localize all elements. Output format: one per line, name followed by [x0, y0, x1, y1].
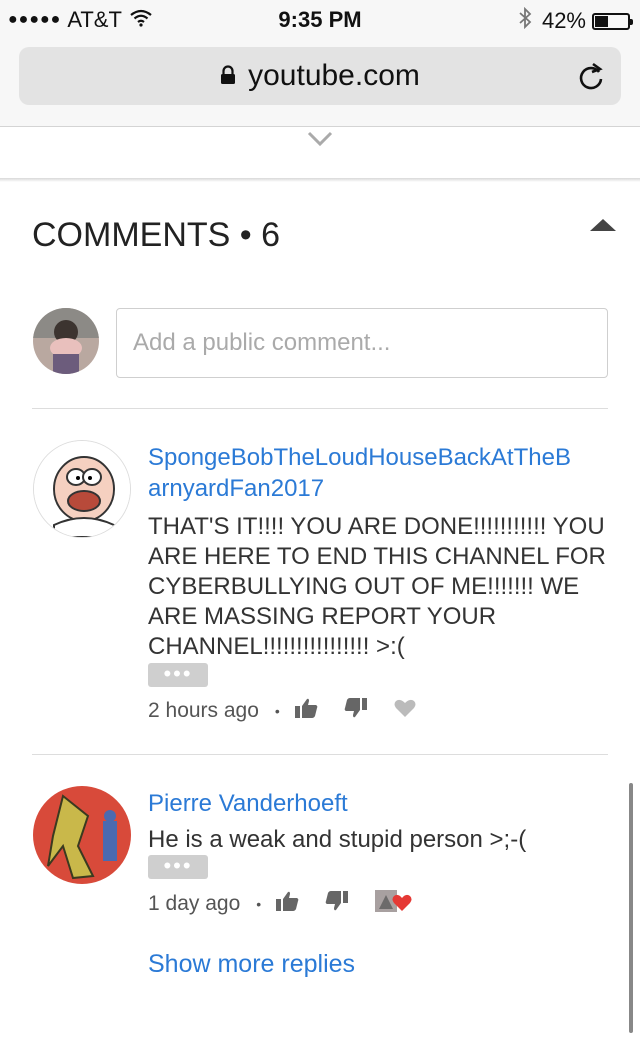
- commenter-avatar[interactable]: [33, 786, 131, 884]
- separator-dot: •: [274, 703, 280, 719]
- comment-meta: 1 day ago •: [148, 889, 439, 919]
- comments-count: 6: [261, 216, 281, 254]
- section-divider: [0, 178, 640, 182]
- browser-top-bar: ●●●●● AT&T 9:35 PM 42% youtube.com: [0, 0, 640, 127]
- like-icon[interactable]: [275, 890, 299, 918]
- heart-icon[interactable]: [394, 698, 416, 724]
- show-more-replies-link[interactable]: Show more replies: [148, 950, 355, 979]
- status-bar: ●●●●● AT&T 9:35 PM 42%: [0, 0, 640, 38]
- read-more-button[interactable]: •••: [148, 663, 208, 687]
- comment-time: 2 hours ago: [148, 699, 259, 722]
- reload-icon[interactable]: [577, 61, 605, 96]
- comment-author[interactable]: SpongeBobTheLoudHouseBackAtTheB arnyardF…: [148, 442, 571, 504]
- dislike-icon[interactable]: [344, 697, 368, 725]
- comments-title: COMMENTS: [32, 216, 231, 254]
- battery-percent: 42%: [541, 8, 586, 33]
- dislike-icon[interactable]: [325, 890, 349, 918]
- scrollbar[interactable]: [629, 783, 633, 1033]
- comment-text: He is a weak and stupid person >;-(: [148, 826, 527, 853]
- comment-input-box[interactable]: [116, 308, 608, 378]
- divider: [32, 754, 608, 755]
- comment-author[interactable]: Pierre Vanderhoeft: [148, 788, 348, 819]
- comments-heading: COMMENTS • 6: [32, 216, 281, 254]
- chevron-down-icon[interactable]: [306, 130, 334, 153]
- comment-input[interactable]: [117, 309, 607, 377]
- user-avatar[interactable]: [33, 308, 99, 374]
- divider: [32, 408, 608, 409]
- battery-icon: [592, 12, 633, 30]
- separator-dot: •: [256, 896, 262, 912]
- collapse-arrow-icon[interactable]: [590, 219, 616, 231]
- like-icon[interactable]: [294, 697, 318, 725]
- comment-time: 1 day ago: [148, 892, 241, 915]
- comment-meta: 2 hours ago •: [148, 697, 442, 725]
- url-text: youtube.com: [248, 59, 420, 92]
- lock-icon: [220, 59, 236, 93]
- address-bar[interactable]: youtube.com: [19, 47, 621, 105]
- bluetooth-icon: [518, 6, 532, 35]
- comment-text: THAT'S IT!!!! YOU ARE DONE!!!!!!!!!!! YO…: [148, 513, 606, 660]
- read-more-button[interactable]: •••: [148, 855, 208, 879]
- commenter-avatar[interactable]: [33, 440, 131, 538]
- creator-heart-icon[interactable]: [375, 889, 413, 919]
